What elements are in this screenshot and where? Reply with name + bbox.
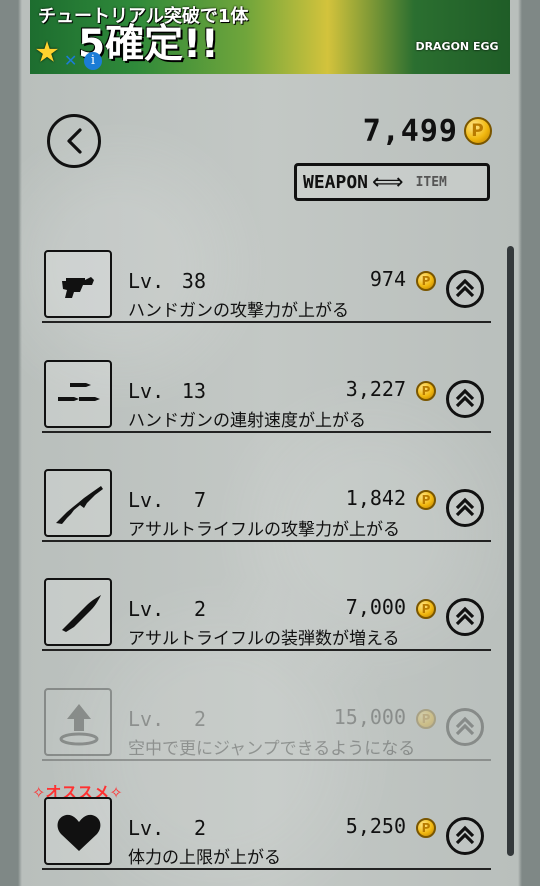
coin-balance-value: 7,499 — [362, 113, 458, 149]
assault-rifle-icon — [56, 486, 103, 524]
upgrade-button[interactable] — [446, 817, 484, 855]
upgrade-button[interactable] — [446, 598, 484, 636]
double-chevron-up-icon — [455, 497, 475, 517]
upgrade-icon-frame — [44, 360, 112, 428]
upgrade-description: 体力の上限が上がる — [128, 848, 281, 865]
coin-icon: P — [416, 490, 436, 510]
upgrade-description: ハンドガンの連射速度が上がる — [128, 411, 366, 431]
level-value: 7 — [193, 488, 206, 512]
upgrade-cost: 7,000 — [345, 595, 406, 619]
upgrade-icon-frame — [44, 688, 112, 756]
double-chevron-up-icon — [455, 825, 475, 845]
upgrade-description: アサルトライフルの攻撃力が上がる — [128, 520, 400, 540]
bullets-icon — [58, 383, 100, 401]
back-button[interactable] — [47, 114, 101, 168]
upgrade-cost: 15,000 — [333, 705, 406, 729]
ad-banner[interactable]: チュートリアル突破で1体 ★ 5確定!! ✕ i DRAGON EGG — [30, 0, 510, 74]
upgrade-row: Lv. 7 1,842 P アサルトライフルの攻撃力が上がる — [42, 469, 492, 543]
handgun-icon — [62, 277, 94, 298]
upgrade-description: 空中で更にジャンプできるようになる — [128, 739, 416, 759]
upgrade-row: Lv. 13 3,227 P ハンドガンの連射速度が上がる — [42, 360, 492, 434]
level-value: 13 — [181, 379, 206, 403]
scrollbar[interactable] — [507, 246, 514, 856]
heart-icon — [57, 814, 101, 851]
upgrade-description: ハンドガンの攻撃力が上がる — [128, 301, 349, 321]
double-chevron-up-icon — [455, 278, 475, 298]
weapon-tab[interactable]: WEAPON — [303, 172, 368, 193]
star-icon: ★ — [35, 26, 60, 72]
ad-close-icon[interactable]: ✕ — [64, 52, 82, 70]
upgrade-row: Lv. 2 7,000 P アサルトライフルの装弾数が増える — [42, 578, 492, 652]
coin-icon: P — [416, 271, 436, 291]
upgrade-cost: 5,250 — [345, 814, 406, 838]
upgrade-cost: 1,842 — [345, 486, 406, 510]
level-value: 2 — [193, 597, 206, 621]
jump-icon — [59, 704, 99, 746]
coin-icon: P — [416, 818, 436, 838]
upgrade-row-disabled: Lv. 2 15,000 P 空中で更にジャンプできるようになる — [42, 688, 492, 762]
level-label: Lv. — [128, 707, 165, 731]
upgrade-row: Lv. 2 5,250 P 体力の上限が上がる — [42, 797, 492, 871]
level-value: 38 — [181, 269, 206, 293]
upgrade-icon-frame — [44, 469, 112, 537]
coin-icon: P — [416, 599, 436, 619]
coin-balance: 7,499 P — [363, 112, 492, 150]
upgrade-row: Lv. 38 974 P ハンドガンの攻撃力が上がる — [42, 250, 492, 324]
upgrade-button[interactable] — [446, 270, 484, 308]
double-chevron-up-icon — [455, 388, 475, 408]
level-label: Lv. — [128, 488, 165, 512]
level-label: Lv. — [128, 816, 165, 840]
upgrade-icon-frame — [44, 797, 112, 865]
coin-icon: P — [464, 117, 492, 145]
swap-arrow-icon: ⟺ — [372, 169, 404, 195]
back-arrow-icon — [67, 128, 82, 154]
bullet-icon — [62, 595, 101, 632]
coin-icon: P — [416, 381, 436, 401]
double-chevron-up-icon — [455, 606, 475, 626]
upgrade-button[interactable] — [446, 489, 484, 527]
double-chevron-up-icon — [455, 716, 475, 736]
coin-icon: P — [416, 709, 436, 729]
level-label: Lv. — [128, 597, 165, 621]
upgrade-button[interactable] — [446, 380, 484, 418]
upgrade-button-disabled — [446, 708, 484, 746]
upgrade-cost: 974 — [369, 267, 406, 291]
level-value: 2 — [193, 816, 206, 840]
level-value: 2 — [193, 707, 206, 731]
level-label: Lv. — [128, 269, 165, 293]
ad-info-icon[interactable]: i — [84, 52, 102, 70]
upgrade-icon-frame — [44, 578, 112, 646]
weapon-item-toggle[interactable]: WEAPON ⟺ ITEM — [294, 163, 490, 201]
upgrade-icon-frame — [44, 250, 112, 318]
ad-brand-logo: DRAGON EGG — [415, 40, 499, 53]
upgrade-description: アサルトライフルの装弾数が増える — [128, 629, 400, 649]
item-tab[interactable]: ITEM — [416, 175, 447, 190]
level-label: Lv. — [128, 379, 165, 403]
upgrade-cost: 3,227 — [345, 377, 406, 401]
